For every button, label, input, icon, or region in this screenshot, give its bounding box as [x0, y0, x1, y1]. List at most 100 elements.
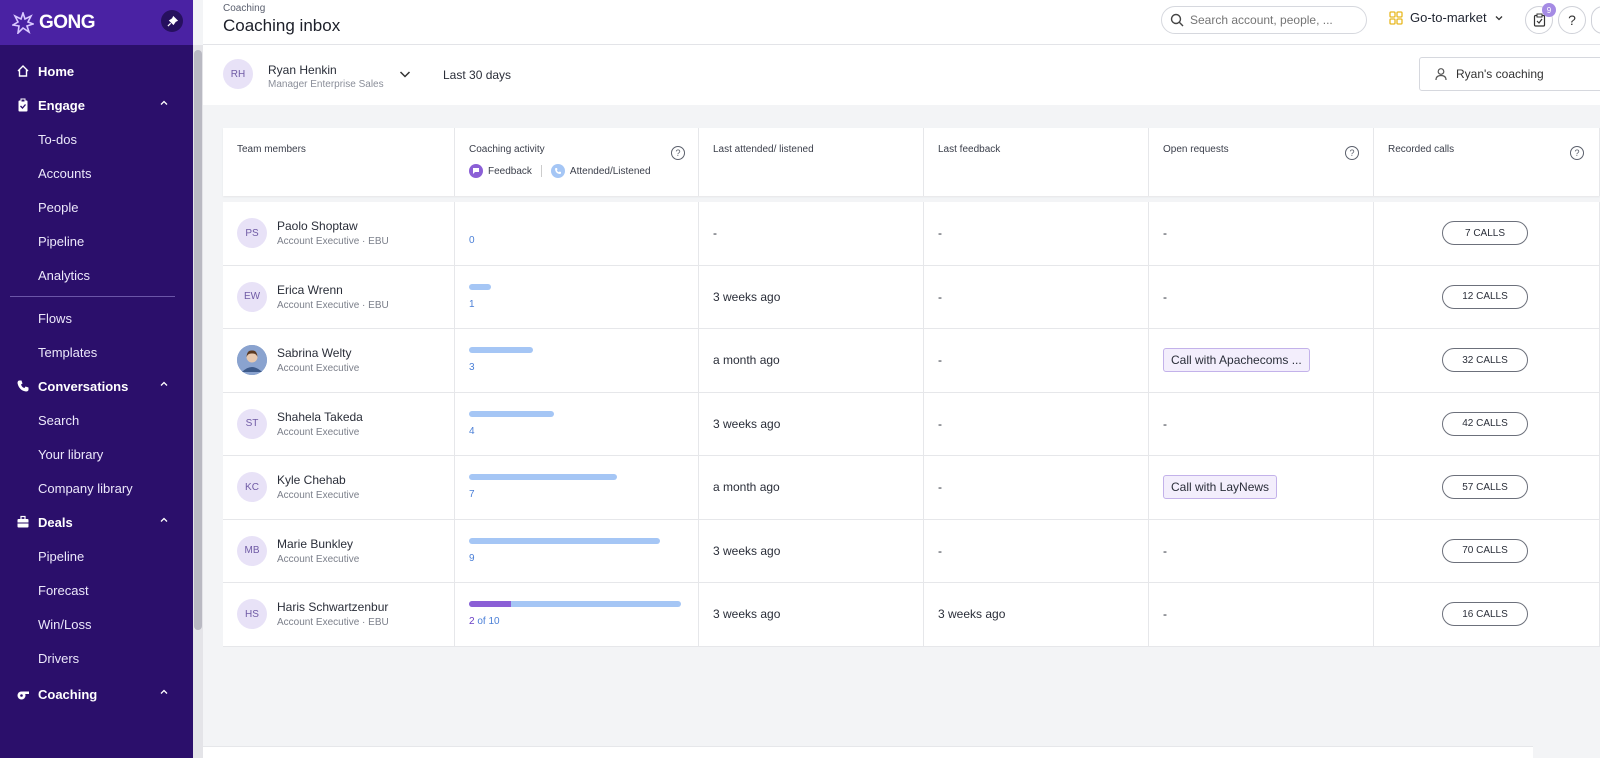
- whistle-icon: [16, 687, 30, 701]
- chevron-down-icon[interactable]: [398, 67, 412, 81]
- member-cell: KC Kyle Chehab Account Executive: [223, 456, 455, 519]
- activity-bar-container: 0: [469, 202, 684, 265]
- recorded-calls-cell: 16 CALLS: [1374, 583, 1600, 646]
- search-input[interactable]: [1190, 13, 1350, 27]
- nav-item-analytics[interactable]: Analytics: [0, 258, 193, 292]
- calls-button[interactable]: 42 CALLS: [1442, 411, 1528, 436]
- pin-sidebar-button[interactable]: [161, 10, 183, 32]
- coaching-view-selector[interactable]: Ryan's coaching: [1419, 57, 1600, 91]
- activity-cell[interactable]: 4: [455, 392, 699, 456]
- table-row[interactable]: PS Paolo Shoptaw Account Executive · EBU…: [223, 202, 1600, 266]
- table-row[interactable]: ST Shahela Takeda Account Executive 4 3 …: [223, 392, 1600, 456]
- nav-section-conversations[interactable]: Conversations: [0, 369, 193, 403]
- last-attended-cell: a month ago: [699, 456, 924, 519]
- global-search[interactable]: [1161, 6, 1367, 34]
- manager-selector[interactable]: RH Ryan Henkin Manager Enterprise Sales: [223, 59, 411, 90]
- nav-item-flows[interactable]: Flows: [0, 301, 193, 335]
- date-range-selector[interactable]: Last 30 days: [443, 68, 511, 82]
- nav-item-search[interactable]: Search: [0, 403, 193, 437]
- nav-item-people[interactable]: People: [0, 190, 193, 224]
- member-role: Account Executive · EBU: [277, 236, 389, 248]
- activity-bar-container: 9: [469, 520, 684, 583]
- nav-item-forecast[interactable]: Forecast: [0, 573, 193, 607]
- open-request-tag[interactable]: Call with LayNews: [1163, 475, 1278, 500]
- workspace-selector[interactable]: Go-to-market: [1389, 10, 1504, 25]
- nav-item-todos[interactable]: To-dos: [0, 122, 193, 156]
- last-feedback-value: -: [938, 226, 942, 241]
- activity-cell[interactable]: 9: [455, 519, 699, 583]
- avatar-button-partial[interactable]: [1591, 6, 1600, 34]
- clipboard-icon: [16, 98, 30, 112]
- briefcase-icon: [16, 515, 30, 529]
- nav-section-deals[interactable]: Deals: [0, 505, 193, 539]
- breadcrumb[interactable]: Coaching: [223, 3, 265, 14]
- nav-section-engage[interactable]: Engage: [0, 88, 193, 122]
- help-button[interactable]: ?: [1558, 6, 1586, 34]
- member-name[interactable]: Sabrina Welty: [277, 346, 359, 360]
- help-icon[interactable]: ?: [1345, 146, 1359, 160]
- open-requests-cell: -: [1149, 202, 1374, 265]
- member-role: Account Executive: [277, 490, 360, 502]
- activity-cell[interactable]: 3: [455, 329, 699, 392]
- nav-item-accounts[interactable]: Accounts: [0, 156, 193, 190]
- person-photo-icon: [237, 345, 267, 376]
- open-request-tag[interactable]: Call with Apachecoms ...: [1163, 348, 1310, 373]
- activity-cell[interactable]: 7: [455, 456, 699, 519]
- header-coaching-activity[interactable]: Coaching activity ? Feedback Attended/Li…: [455, 128, 699, 196]
- avatar: HS: [237, 599, 267, 630]
- last-feedback-cell: -: [924, 456, 1149, 519]
- avatar: EW: [237, 281, 267, 312]
- calls-button[interactable]: 70 CALLS: [1442, 538, 1528, 563]
- nav-item-engage-pipeline[interactable]: Pipeline: [0, 224, 193, 258]
- activity-cell[interactable]: 1: [455, 265, 699, 329]
- last-feedback-cell: -: [924, 265, 1149, 328]
- calls-button[interactable]: 32 CALLS: [1442, 348, 1528, 372]
- gong-logo[interactable]: GONG: [12, 11, 96, 34]
- nav-item-drivers[interactable]: Drivers: [0, 641, 193, 675]
- team-table: Team members Coaching activity ? Feedbac…: [223, 128, 1600, 647]
- header-recorded-calls[interactable]: Recorded calls ?: [1374, 128, 1600, 196]
- header-open-requests[interactable]: Open requests ?: [1149, 128, 1374, 196]
- nav-item-templates[interactable]: Templates: [0, 335, 193, 369]
- member-name[interactable]: Shahela Takeda: [277, 410, 363, 424]
- calls-button[interactable]: 7 CALLS: [1442, 221, 1528, 245]
- member-name[interactable]: Paolo Shoptaw: [277, 219, 389, 233]
- nav-section-coaching[interactable]: Coaching: [0, 677, 193, 711]
- member-info: ST Shahela Takeda Account Executive: [237, 393, 440, 456]
- sidebar-scrollbar-thumb[interactable]: [194, 50, 202, 630]
- activity-bar-container: 1: [469, 266, 684, 329]
- member-name[interactable]: Haris Schwartzenbur: [277, 600, 389, 614]
- nav-conversations-label: Conversations: [38, 378, 129, 394]
- nav-item-deals-pipeline[interactable]: Pipeline: [0, 539, 193, 573]
- sidebar: GONG Home Engage To-dos Accounts People …: [0, 0, 193, 758]
- nav-item-win-loss[interactable]: Win/Loss: [0, 607, 193, 641]
- header-last-feedback[interactable]: Last feedback: [924, 128, 1149, 196]
- calls-button[interactable]: 12 CALLS: [1442, 284, 1528, 309]
- activity-cell[interactable]: 2 of 10: [455, 583, 699, 646]
- tasks-button[interactable]: 9: [1525, 3, 1556, 34]
- help-icon[interactable]: ?: [1570, 146, 1584, 160]
- member-name[interactable]: Kyle Chehab: [277, 473, 359, 487]
- feedback-bar: [469, 601, 512, 607]
- calls-button[interactable]: 57 CALLS: [1442, 475, 1528, 499]
- nav-item-your-library[interactable]: Your library: [0, 437, 193, 471]
- nav-home[interactable]: Home: [0, 54, 193, 88]
- last-attended-cell: 3 weeks ago: [699, 265, 924, 328]
- table-row[interactable]: Sabrina Welty Account Executive 3 a mont…: [223, 329, 1600, 393]
- header-team-members[interactable]: Team members: [223, 128, 455, 196]
- member-name[interactable]: Marie Bunkley: [277, 537, 359, 551]
- table-row[interactable]: KC Kyle Chehab Account Executive 7 a mon…: [223, 456, 1600, 520]
- table-row[interactable]: HS Haris Schwartzenbur Account Executive…: [223, 583, 1600, 647]
- next-panel-edge: [203, 746, 1533, 758]
- table-row[interactable]: EW Erica Wrenn Account Executive · EBU 1…: [223, 265, 1600, 329]
- activity-count: 2 of 10: [469, 616, 500, 627]
- help-icon[interactable]: ?: [671, 146, 685, 160]
- member-name[interactable]: Erica Wrenn: [277, 283, 389, 297]
- last-feedback-cell: -: [924, 202, 1149, 265]
- calls-button[interactable]: 16 CALLS: [1442, 602, 1528, 626]
- activity-bar-container: 4: [469, 393, 684, 456]
- table-row[interactable]: MB Marie Bunkley Account Executive 9 3 w…: [223, 519, 1600, 583]
- nav-item-company-library[interactable]: Company library: [0, 471, 193, 505]
- header-last-attended[interactable]: Last attended/ listened: [699, 128, 924, 196]
- activity-cell[interactable]: 0: [455, 202, 699, 265]
